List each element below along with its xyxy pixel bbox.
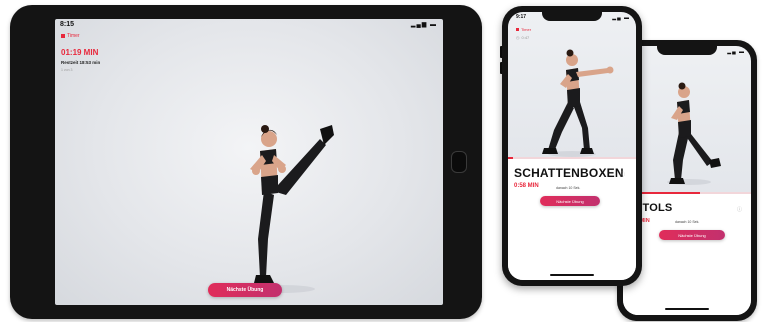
home-indicator[interactable] [550, 274, 594, 276]
elapsed-row: ◷ 0:47 [516, 35, 529, 40]
exercise-title: SCHATTENBOXEN [514, 166, 624, 180]
phone-front-device: 9:17 ▂▄ ▬ Timer ◷ 0:47 SCHATTENBOXEN ⓘ 0… [502, 6, 642, 286]
stop-icon[interactable] [61, 34, 65, 38]
rest-time: danach 10 Sek. [675, 220, 700, 224]
elapsed-time: 01:19 MIN [61, 48, 99, 57]
timer-label: Timer [516, 27, 531, 32]
tablet-screen: 8:15 ▂▄▆ ▬ Timer 01:19 MIN Restzeit 18:5… [55, 19, 443, 305]
next-exercise-label: Nächste Übung [556, 198, 584, 204]
phone-front-notch [542, 12, 602, 21]
timer-label-text: Timer [521, 27, 532, 32]
exercise-time: 0:58 MIN [514, 183, 539, 189]
next-exercise-label: Nächste Übung [226, 287, 264, 293]
status-icons: ▂▄ ▬ [727, 49, 745, 55]
remaining-time: Restzeit 18:53 min [61, 60, 101, 65]
rest-time: danach 10 Sek. [556, 186, 581, 190]
next-exercise-label: Nächste Übung [678, 232, 706, 238]
next-exercise-button[interactable]: Nächste Übung [540, 196, 600, 206]
clock-icon: ◷ [516, 35, 520, 40]
next-exercise-button[interactable]: Nächste Übung [208, 283, 282, 297]
status-time: 8:15 [60, 21, 75, 28]
exercise-figure [542, 49, 614, 157]
info-icon[interactable]: ⓘ [620, 171, 625, 178]
stop-icon[interactable] [516, 28, 519, 31]
exercise-figure [245, 125, 334, 293]
exercise-card: SCHATTENBOXEN ⓘ 0:58 MIN danach 10 Sek. … [508, 159, 636, 280]
status-time: 9:17 [516, 14, 527, 20]
home-indicator[interactable] [665, 308, 709, 310]
status-icons: ▂▄ ▬ [612, 15, 630, 21]
next-exercise-button[interactable]: Nächste Übung [659, 230, 725, 240]
phone-back-notch [657, 46, 717, 55]
timer-label: Timer [61, 33, 80, 39]
timer-label-text: Timer [67, 33, 80, 39]
phone-front-screen: 9:17 ▂▄ ▬ Timer ◷ 0:47 SCHATTENBOXEN ⓘ 0… [508, 12, 636, 280]
exercise-figure [667, 82, 721, 185]
home-button[interactable] [451, 151, 467, 173]
info-icon[interactable]: ⓘ [737, 206, 742, 213]
exercise-card: STOLS ⓘ 7 MIN danach 10 Sek. Nächste Übu… [623, 194, 751, 315]
phone-back-screen: ▂▄ ▬ Timer 0:12 STOLS ⓘ 7 MIN danach [623, 46, 751, 315]
round-counter: 1 von 3 [61, 68, 73, 72]
elapsed-time: 0:47 [521, 35, 530, 40]
tablet-device: 8:15 ▂▄▆ ▬ Timer 01:19 MIN Restzeit 18:5… [10, 5, 482, 319]
status-icons: ▂▄▆ ▬ [410, 22, 437, 28]
